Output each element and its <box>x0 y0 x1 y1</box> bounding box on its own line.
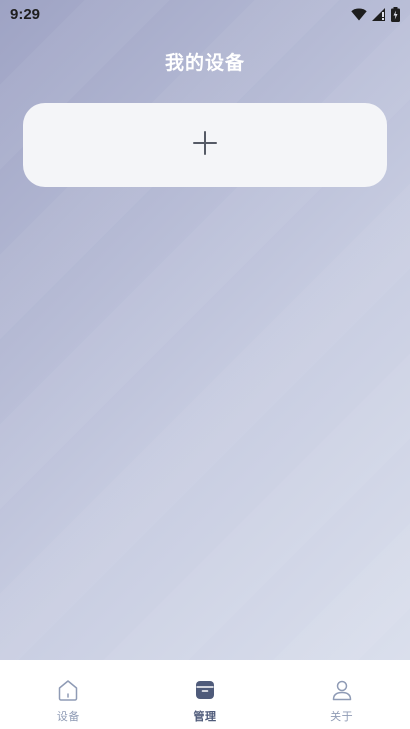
nav-label-devices: 设备 <box>56 710 80 723</box>
nav-item-about[interactable]: 关于 <box>273 660 410 729</box>
app-screen: 9:29 我的设备 设备 管理 关于 <box>0 0 410 729</box>
nav-item-manage[interactable]: 管理 <box>137 660 274 729</box>
box-icon <box>193 678 217 702</box>
nav-item-devices[interactable]: 设备 <box>0 660 137 729</box>
user-icon <box>330 678 354 702</box>
battery-icon <box>391 6 400 22</box>
status-time: 9:29 <box>10 5 41 23</box>
status-icons <box>351 6 400 22</box>
status-bar: 9:29 <box>0 0 410 28</box>
wifi-icon <box>351 8 367 21</box>
signal-icon <box>372 7 386 21</box>
home-icon <box>56 678 80 702</box>
nav-label-about: 关于 <box>330 710 354 723</box>
bottom-nav: 设备 管理 关于 <box>0 660 410 729</box>
nav-label-manage: 管理 <box>193 710 217 723</box>
page-title: 我的设备 <box>164 52 245 74</box>
add-device-button[interactable] <box>23 103 387 187</box>
plus-icon <box>192 130 218 160</box>
